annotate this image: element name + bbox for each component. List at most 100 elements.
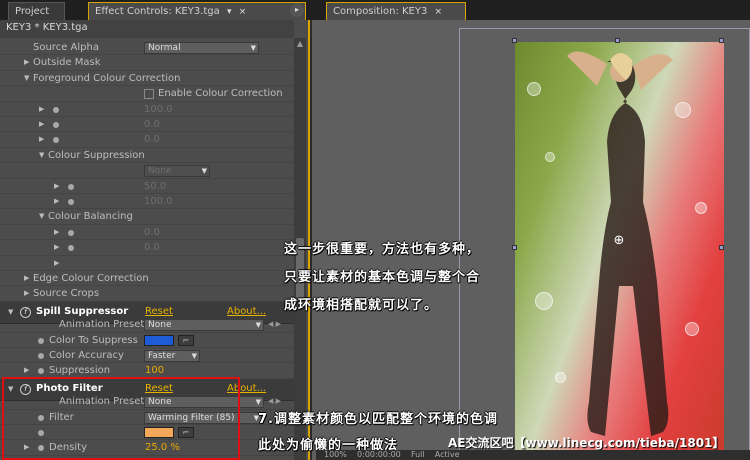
expand-triangle-icon[interactable]: ▶ [24, 286, 32, 301]
stopwatch-icon[interactable] [38, 430, 44, 436]
eyedropper-icon[interactable]: ⌐ [178, 334, 194, 346]
stopwatch-icon[interactable] [68, 245, 74, 252]
fcc-value-1[interactable]: 100.0 [144, 102, 173, 117]
fcc-value-3[interactable]: 0.0 [144, 132, 160, 147]
color-accuracy-label: Color Accuracy [49, 350, 124, 361]
collapse-triangle-icon[interactable]: ▼ [39, 209, 47, 224]
suppression-value[interactable]: 100 [145, 363, 164, 378]
expand-triangle-icon[interactable]: ▶ [24, 440, 32, 455]
color-to-suppress-label: Color To Suppress [49, 334, 138, 346]
expand-triangle-icon[interactable]: ▶ [39, 117, 47, 132]
tab-menu-icon[interactable]: ▾ [227, 7, 232, 17]
expand-triangle-icon[interactable]: ▶ [54, 179, 62, 194]
fx-toggle-icon[interactable]: f [20, 383, 31, 395]
expand-triangle-icon[interactable]: ▶ [54, 256, 62, 271]
source-alpha-label: Source Alpha [33, 42, 99, 53]
transform-handle[interactable] [615, 38, 620, 43]
source-alpha-dropdown[interactable]: Normal ▼ [144, 42, 259, 54]
annotation-line-1: 这一步很重要，方法也有多种， [284, 242, 481, 257]
stopwatch-icon[interactable] [68, 229, 74, 236]
zoom-level[interactable]: 100% [324, 450, 347, 459]
tab-composition[interactable]: Composition: KEY3 × [326, 2, 466, 20]
property-group-colour-balancing[interactable]: ▼ Colour Balancing [0, 209, 294, 225]
color-accuracy-value: Faster [148, 351, 176, 361]
suppression-value-2[interactable]: 100.0 [144, 194, 173, 209]
color-to-suppress-swatch[interactable] [144, 334, 174, 346]
transform-handle[interactable] [719, 245, 724, 250]
eyedropper-icon[interactable]: ⌐ [178, 427, 194, 438]
colour-suppression-label: Colour Suppression [48, 149, 145, 161]
anchor-point-icon[interactable]: ⊕ [612, 234, 626, 248]
collapse-triangle-icon[interactable]: ▼ [39, 148, 47, 163]
close-icon[interactable]: × [239, 7, 247, 17]
stopwatch-icon[interactable] [38, 353, 44, 359]
property-row-photo-presets: Animation Presets: None ▼ ◀ ▶ [0, 394, 294, 410]
preset-nav-arrows-icon[interactable]: ◀ ▶ [268, 394, 281, 409]
expand-triangle-icon[interactable]: ▶ [54, 240, 62, 255]
balancing-value-1[interactable]: 0.0 [144, 225, 160, 240]
property-row-density: ▶ Density 25.0 % [0, 440, 294, 456]
scroll-up-icon[interactable]: ▲ [294, 38, 306, 50]
composited-photo[interactable] [515, 42, 724, 460]
layer-header: KEY3 * KEY3.tga [0, 20, 294, 38]
transform-handle[interactable] [512, 245, 517, 250]
enable-colour-correction-label: Enable Colour Correction [158, 88, 283, 100]
density-value[interactable]: 25.0 % [145, 440, 180, 455]
chevron-down-icon: ▼ [255, 398, 261, 407]
property-row-balancing-1: ▶ 0.0 [0, 225, 294, 241]
transform-handle[interactable] [512, 38, 517, 43]
current-time[interactable]: 0:00:00:00 [357, 450, 401, 459]
property-row-fcc-1: ▶ 100.0 [0, 102, 294, 117]
enable-colour-correction-checkbox[interactable] [144, 89, 154, 100]
stopwatch-icon[interactable] [53, 122, 59, 128]
suppression-value-1[interactable]: 50.0 [144, 179, 166, 194]
tab-project[interactable]: Project [8, 2, 65, 20]
chevron-down-icon: ▼ [250, 44, 256, 52]
tab-project-label: Project [15, 6, 50, 17]
expand-triangle-icon[interactable]: ▶ [39, 102, 47, 117]
balancing-value-2[interactable]: 0.0 [144, 240, 160, 255]
preset-nav-arrows-icon[interactable]: ◀ ▶ [268, 317, 281, 332]
watermark-text: AE交流区吧【www.linecg.com/tieba/1801】 [448, 436, 725, 450]
stopwatch-icon[interactable] [53, 106, 59, 113]
annotation-line-2: 只要让素材的基本色调与整个合 [284, 270, 481, 285]
transform-handle[interactable] [719, 38, 724, 43]
stopwatch-icon[interactable] [53, 137, 59, 144]
edge-colour-correction-label: Edge Colour Correction [33, 273, 149, 284]
stopwatch-icon[interactable] [38, 445, 44, 452]
resolution-dropdown[interactable]: Full [411, 450, 425, 459]
stopwatch-icon[interactable] [38, 337, 44, 344]
animation-presets-dropdown[interactable]: None ▼ [144, 396, 264, 409]
property-group-edge-colour-correction[interactable]: ▶ Edge Colour Correction [0, 271, 294, 287]
fx-toggle-icon[interactable]: f [20, 306, 31, 318]
expand-triangle-icon[interactable]: ▶ [54, 194, 62, 209]
property-group-foreground-colour-correction[interactable]: ▼ Foreground Colour Correction [0, 71, 294, 87]
expand-triangle-icon[interactable]: ▶ [24, 271, 32, 286]
collapse-triangle-icon[interactable]: ▼ [24, 71, 32, 86]
panel-menu-arrow-icon[interactable]: ▸ [290, 3, 304, 17]
filter-color-swatch[interactable] [144, 427, 174, 438]
expand-triangle-icon[interactable]: ▶ [24, 55, 32, 70]
colour-suppression-dropdown[interactable]: None ▼ [144, 165, 210, 178]
filter-dropdown[interactable]: Warming Filter (85) ▼ [144, 411, 262, 424]
property-row-fcc-3: ▶ 0.0 [0, 132, 294, 148]
property-group-outside-mask[interactable]: ▶ Outside Mask [0, 55, 294, 71]
camera-dropdown[interactable]: Active [435, 450, 460, 459]
animation-presets-dropdown[interactable]: None ▼ [144, 319, 264, 332]
stopwatch-icon[interactable] [68, 183, 74, 190]
tab-effect-controls[interactable]: Effect Controls: KEY3.tga ▾ × [88, 2, 306, 20]
fcc-value-2[interactable]: 0.0 [144, 117, 160, 132]
foreground-colour-correction-label: Foreground Colour Correction [33, 72, 181, 84]
expand-triangle-icon[interactable]: ▶ [24, 363, 32, 378]
color-accuracy-dropdown[interactable]: Faster ▼ [144, 350, 200, 362]
chevron-down-icon: ▼ [201, 167, 207, 176]
property-group-colour-suppression[interactable]: ▼ Colour Suppression [0, 148, 294, 164]
property-group-source-crops[interactable]: ▶ Source Crops [0, 286, 294, 302]
stopwatch-icon[interactable] [68, 199, 74, 205]
stopwatch-icon[interactable] [38, 368, 44, 375]
figure-silhouette [567, 51, 673, 437]
expand-triangle-icon[interactable]: ▶ [54, 225, 62, 240]
expand-triangle-icon[interactable]: ▶ [39, 132, 47, 147]
stopwatch-icon[interactable] [38, 414, 44, 421]
close-icon[interactable]: × [435, 7, 443, 17]
